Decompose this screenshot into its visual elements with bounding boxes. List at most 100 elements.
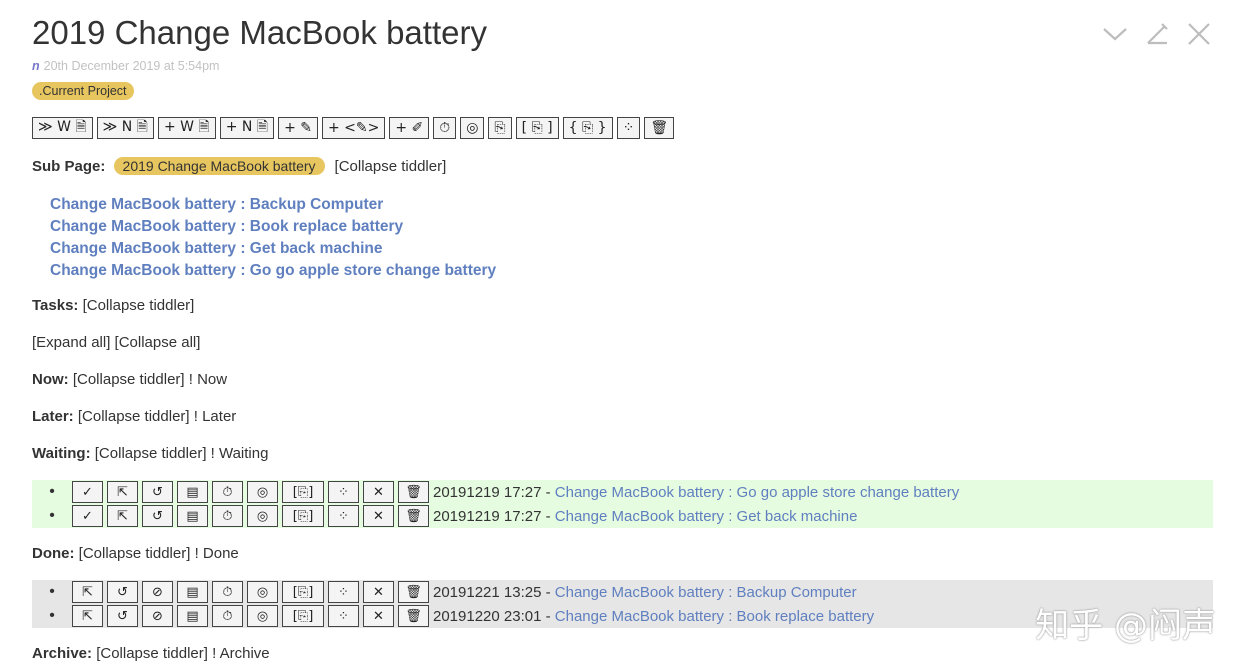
tiddler-controls <box>1101 20 1213 48</box>
target-icon[interactable]: ◎ <box>247 605 278 627</box>
archive-icon[interactable]: ▤ <box>177 581 208 603</box>
subpage-collapse-link[interactable]: [Collapse tiddler] <box>335 158 447 175</box>
subpage-link-book[interactable]: Change MacBook battery : Book replace ba… <box>50 216 496 238</box>
task-link[interactable]: Change MacBook battery : Get back machin… <box>555 508 858 525</box>
action-toolbar: ≫ W 🗎 ≫ N 🗎 + W 🗎 + N 🗎 + ✎ + <✎> + ✐ ⏱ … <box>32 117 675 139</box>
task-link[interactable]: Change MacBook battery : Backup Computer <box>555 584 857 601</box>
subpage-label: Sub Page: <box>32 158 106 175</box>
timer-icon[interactable]: ⏱ <box>212 505 243 527</box>
now-label: Now: <box>32 371 69 388</box>
task-entry: 20191221 13:25 - Change MacBook battery … <box>433 584 857 601</box>
subpage-link-store[interactable]: Change MacBook battery : Go go apple sto… <box>50 260 496 282</box>
archive-icon[interactable]: ▤ <box>177 605 208 627</box>
timer-button[interactable]: ⏱ <box>433 117 457 139</box>
task-date: 20191221 13:25 - <box>433 583 555 601</box>
new-journal-w-button[interactable]: ≫ W 🗎 <box>32 117 93 139</box>
tasks-collapse-link[interactable]: [Collapse tiddler] <box>83 297 195 314</box>
tag-current-project[interactable]: .Current Project <box>32 82 134 100</box>
new-w-button[interactable]: + W 🗎 <box>157 117 216 139</box>
bracket-export-icon[interactable]: [⎘] <box>282 505 324 527</box>
bracket-export-button[interactable]: [ ⎘ ] <box>515 117 559 139</box>
archive-label: Archive: <box>32 645 93 662</box>
timer-icon[interactable]: ⏱ <box>212 581 243 603</box>
graph-button[interactable]: ⁘ <box>616 117 641 139</box>
cancel-icon[interactable]: ⊘ <box>142 581 173 603</box>
bullet: • <box>49 483 55 500</box>
tiddler-title: 2019 Change MacBook battery <box>32 14 487 51</box>
task-entry: 20191219 17:27 - Change MacBook battery … <box>433 484 959 501</box>
graph-icon[interactable]: ⁘ <box>328 481 359 503</box>
more-chevron-icon[interactable] <box>1101 20 1129 48</box>
watermark: 知乎 @闷声 <box>1035 606 1216 646</box>
trash-icon[interactable]: 🗑 <box>398 505 429 527</box>
done-collapse-link[interactable]: [Collapse tiddler] ! Done <box>79 545 239 562</box>
bracket-export-icon[interactable]: [⎘] <box>282 605 324 627</box>
waiting-collapse-link[interactable]: [Collapse tiddler] ! Waiting <box>95 445 269 462</box>
history-icon[interactable]: ↺ <box>142 481 173 503</box>
history-icon[interactable]: ↺ <box>142 505 173 527</box>
expand-collapse-all[interactable]: [Expand all] [Collapse all] <box>32 334 200 351</box>
task-link[interactable]: Change MacBook battery : Go go apple sto… <box>555 484 959 501</box>
trash-icon[interactable]: 🗑 <box>398 481 429 503</box>
brace-export-button[interactable]: { ⎘ } <box>562 117 613 139</box>
export-button[interactable]: ⎘ <box>488 117 512 139</box>
task-date: 20191219 17:27 - <box>433 507 555 525</box>
cancel-icon[interactable]: ⊘ <box>142 605 173 627</box>
subpage-link-getback[interactable]: Change MacBook battery : Get back machin… <box>50 238 496 260</box>
trash-icon[interactable]: 🗑 <box>398 581 429 603</box>
new-marker-button[interactable]: + ✐ <box>389 117 430 139</box>
cursor-icon[interactable]: ⇱ <box>107 481 138 503</box>
modifier-name[interactable]: n <box>32 59 40 73</box>
target-icon[interactable]: ◎ <box>247 581 278 603</box>
cursor-icon[interactable]: ⇱ <box>107 505 138 527</box>
waiting-label: Waiting: <box>32 445 91 462</box>
target-icon[interactable]: ◎ <box>247 481 278 503</box>
task-row: • ✓ ⇱ ↺ ▤ ⏱ ◎ [⎘] ⁘ ✕ 🗑 20191219 17:27 -… <box>32 480 1213 504</box>
new-pen-button[interactable]: + ✎ <box>278 117 318 139</box>
now-collapse-link[interactable]: [Collapse tiddler] ! Now <box>73 371 227 388</box>
close-icon[interactable]: ✕ <box>363 605 394 627</box>
timer-icon[interactable]: ⏱ <box>212 481 243 503</box>
subpage-pill[interactable]: 2019 Change MacBook battery <box>113 157 325 175</box>
target-button[interactable]: ◎ <box>460 117 485 139</box>
new-journal-n-button[interactable]: ≫ N 🗎 <box>96 117 154 139</box>
graph-icon[interactable]: ⁘ <box>328 505 359 527</box>
archive-collapse-link[interactable]: [Collapse tiddler] ! Archive <box>96 645 269 662</box>
close-icon[interactable] <box>1185 20 1213 48</box>
edit-pencil-icon[interactable] <box>1143 20 1171 48</box>
task-entry: 20191220 23:01 - Change MacBook battery … <box>433 608 874 625</box>
cursor-icon[interactable]: ⇱ <box>72 581 103 603</box>
now-line: Now: [Collapse tiddler] ! Now <box>32 371 227 388</box>
archive-icon[interactable]: ▤ <box>177 481 208 503</box>
target-icon[interactable]: ◎ <box>247 505 278 527</box>
bracket-export-icon[interactable]: [⎘] <box>282 481 324 503</box>
bracket-export-icon[interactable]: [⎘] <box>282 581 324 603</box>
bullet: • <box>49 607 55 624</box>
subpage-link-backup[interactable]: Change MacBook battery : Backup Computer <box>50 194 496 216</box>
done-label: Done: <box>32 545 75 562</box>
graph-icon[interactable]: ⁘ <box>328 581 359 603</box>
close-icon[interactable]: ✕ <box>363 581 394 603</box>
trash-icon[interactable]: 🗑 <box>398 605 429 627</box>
later-label: Later: <box>32 408 74 425</box>
new-n-button[interactable]: + N 🗎 <box>219 117 275 139</box>
timer-icon[interactable]: ⏱ <box>212 605 243 627</box>
archive-icon[interactable]: ▤ <box>177 505 208 527</box>
tasks-label: Tasks: <box>32 297 79 314</box>
new-code-pen-button[interactable]: + <✎> <box>321 117 386 139</box>
task-date: 20191220 23:01 - <box>433 607 555 625</box>
later-collapse-link[interactable]: [Collapse tiddler] ! Later <box>78 408 236 425</box>
archive-line: Archive: [Collapse tiddler] ! Archive <box>32 645 270 662</box>
cursor-icon[interactable]: ⇱ <box>72 605 103 627</box>
task-row: • ✓ ⇱ ↺ ▤ ⏱ ◎ [⎘] ⁘ ✕ 🗑 20191219 17:27 -… <box>32 504 1213 528</box>
history-icon[interactable]: ↺ <box>107 581 138 603</box>
tasks-line: Tasks: [Collapse tiddler] <box>32 297 194 314</box>
task-link[interactable]: Change MacBook battery : Book replace ba… <box>555 608 874 625</box>
graph-icon[interactable]: ⁘ <box>328 605 359 627</box>
delete-button[interactable]: 🗑 <box>644 117 675 139</box>
close-icon[interactable]: ✕ <box>363 505 394 527</box>
check-icon[interactable]: ✓ <box>72 481 103 503</box>
check-icon[interactable]: ✓ <box>72 505 103 527</box>
close-icon[interactable]: ✕ <box>363 481 394 503</box>
history-icon[interactable]: ↺ <box>107 605 138 627</box>
